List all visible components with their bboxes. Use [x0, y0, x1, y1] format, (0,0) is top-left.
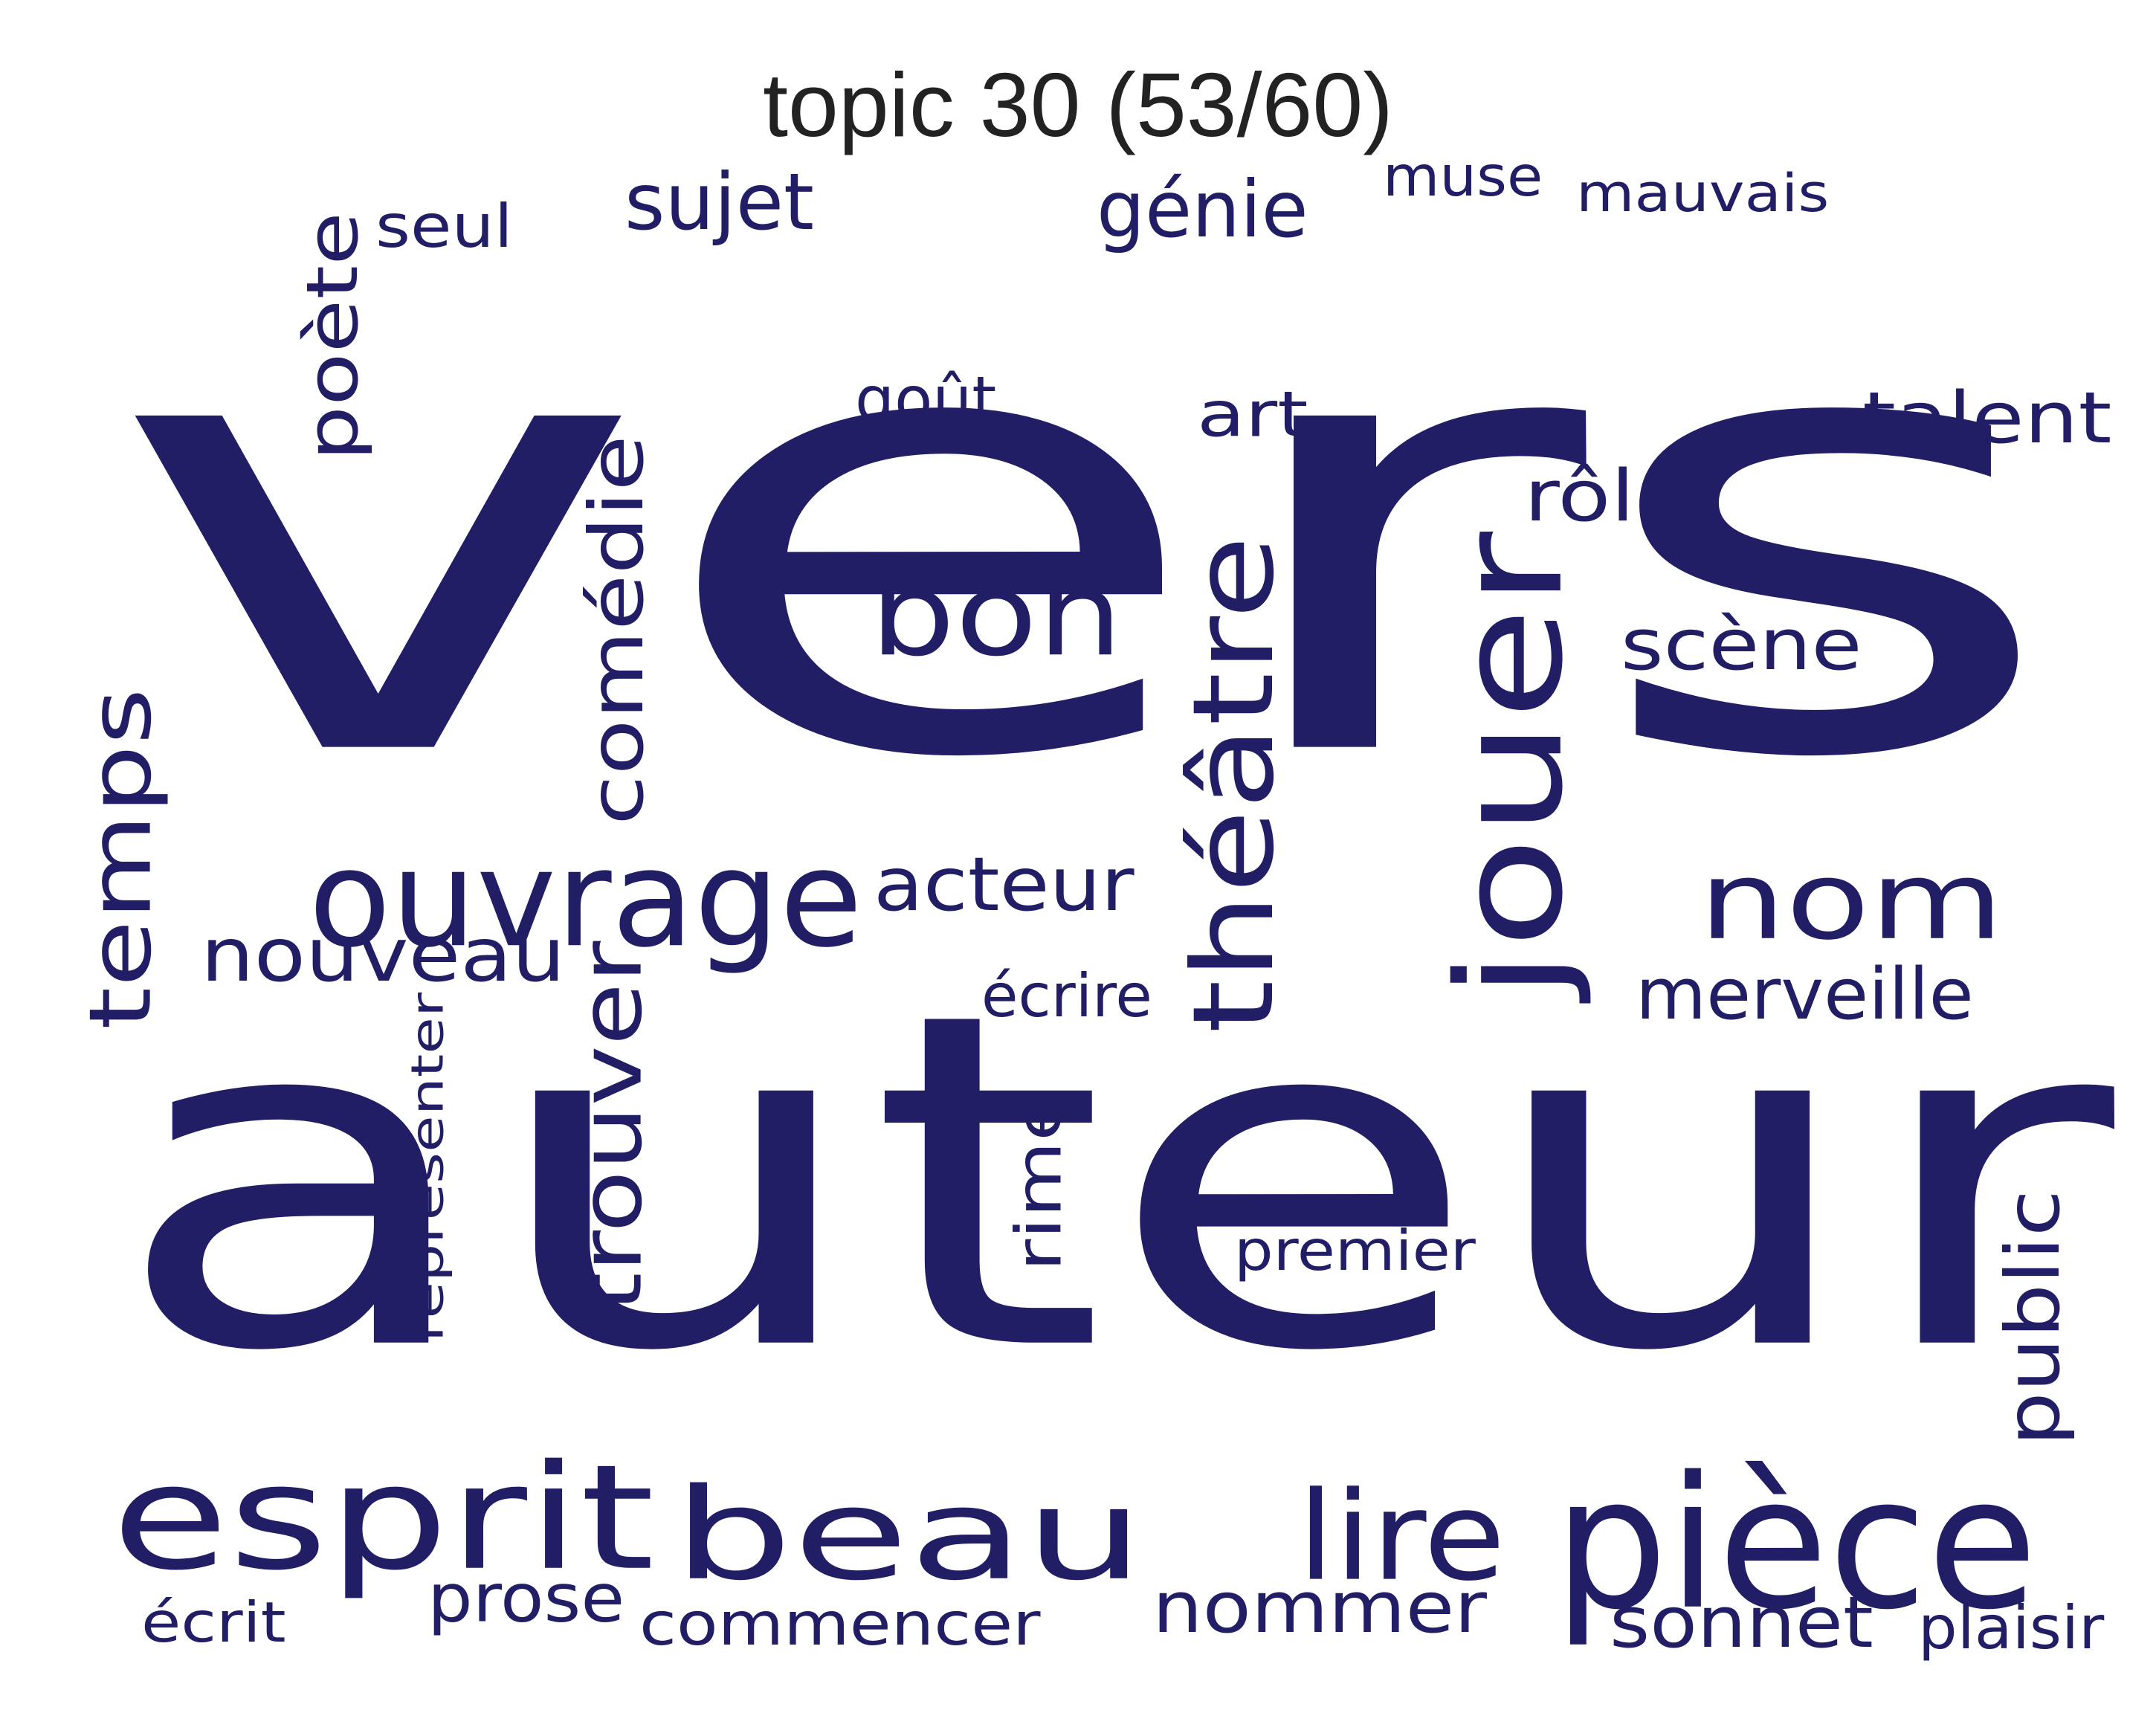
word-sujet: sujet	[624, 156, 814, 248]
word-commencer: commencer	[639, 1589, 1041, 1659]
word-rime: rime	[1001, 1093, 1076, 1271]
word-nom: nom	[1699, 837, 2004, 964]
word-nouveau: nouveau	[201, 912, 566, 998]
word-temps: temps	[70, 688, 171, 1030]
word-role: rôle	[1524, 454, 1688, 538]
word-ecrire: écrire	[981, 961, 1152, 1031]
word-art: art	[1197, 377, 1308, 451]
word-nommer: nommer	[1152, 1566, 1488, 1649]
word-scene: scène	[1621, 603, 1862, 686]
word-trouver: trouver	[561, 940, 662, 1312]
word-theatre: théâtre	[1168, 535, 1300, 1033]
word-public: public	[1989, 1190, 2076, 1446]
word-bon: bon	[870, 547, 1123, 683]
word-ecrit: écrit	[141, 1590, 286, 1655]
word-poete: poète	[291, 212, 374, 461]
word-comedie: comédie	[573, 435, 660, 825]
word-mauvais: mauvais	[1576, 162, 1830, 224]
word-seul: seul	[375, 191, 513, 262]
word-acteur: acteur	[874, 841, 1135, 928]
word-vers: vers	[108, 183, 2063, 893]
word-merveille: merveille	[1636, 952, 1974, 1036]
word-gout: goût	[855, 362, 997, 436]
word-premier: premier	[1234, 1218, 1476, 1283]
word-cloud: vers auteur esprit beau pièce jouer ouvr…	[0, 0, 2156, 1710]
word-muse: muse	[1383, 143, 1543, 209]
word-plaisir: plaisir	[1918, 1593, 2105, 1663]
word-talent: talent	[1862, 376, 2112, 459]
word-jouer: jouer	[1425, 532, 1595, 1000]
word-representer: représenter	[401, 992, 454, 1342]
word-sonnet: sonnet	[1610, 1581, 1873, 1664]
word-beau: beau	[673, 1460, 1145, 1609]
word-prose: prose	[427, 1558, 625, 1638]
word-genie: génie	[1097, 164, 1308, 256]
